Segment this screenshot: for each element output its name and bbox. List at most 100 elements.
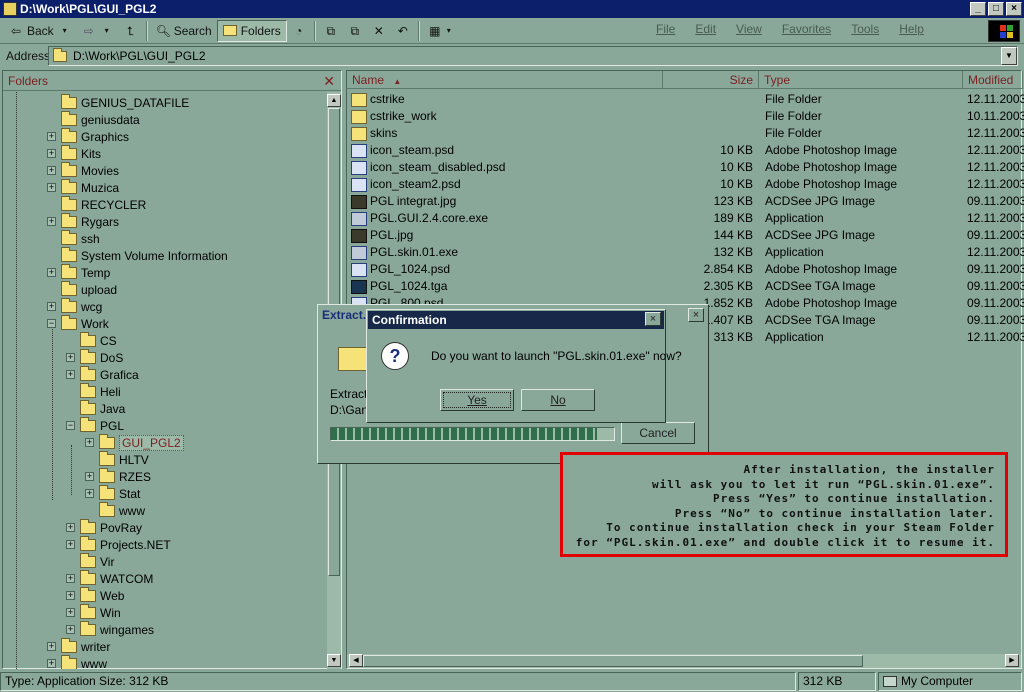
tree-item[interactable]: + Movies (47, 161, 119, 179)
scroll-down-button[interactable]: ▼ (327, 654, 341, 667)
menu-edit[interactable]: Edit (695, 22, 716, 36)
tree-item[interactable]: + www (47, 654, 107, 669)
tree-expander-button[interactable]: + (66, 523, 75, 532)
tree-item[interactable]: − Work (47, 314, 109, 332)
scroll-right-button[interactable]: ▶ (1005, 654, 1019, 667)
delete-button[interactable]: ✕ (367, 20, 391, 42)
column-header-type[interactable]: Type (759, 71, 963, 89)
extract-close-button[interactable]: × (688, 308, 704, 322)
file-row[interactable]: cstrike_work File Folder 10.11.2003 (347, 108, 1024, 125)
tree-item[interactable]: + GUI_PGL2 (85, 433, 184, 451)
tree-expander-button[interactable]: + (47, 268, 56, 277)
menu-tools[interactable]: Tools (851, 22, 879, 36)
yes-button[interactable]: Yes (440, 389, 514, 411)
maximize-button[interactable]: □ (988, 2, 1004, 16)
views-button[interactable]: ▦ ▾ (423, 20, 457, 42)
tree-expander-button[interactable]: + (85, 438, 94, 447)
file-row[interactable]: icon_steam.psd 10 KB Adobe Photoshop Image… (347, 142, 1024, 159)
cancel-button[interactable]: Cancel (621, 422, 695, 444)
file-row[interactable]: icon_steam2.psd 10 KB Adobe Photoshop Imag… (347, 176, 1024, 193)
folders-button[interactable]: Folders (216, 19, 287, 42)
file-row[interactable]: PGL integrat.jpg 123 KB ACDSee JPG Image 09… (347, 193, 1024, 210)
history-button[interactable]: ◔ (287, 20, 311, 42)
tree-item[interactable]: + WATCOM (66, 569, 153, 587)
tree-expander-button[interactable]: + (47, 166, 56, 175)
menu-view[interactable]: View (736, 22, 762, 36)
no-button[interactable]: No (521, 389, 595, 411)
tree-item[interactable]: + DoS (66, 348, 123, 366)
tree-item[interactable]: upload (47, 280, 117, 298)
scroll-thumb[interactable] (363, 655, 863, 667)
menu-favorites[interactable]: Favorites (782, 22, 831, 36)
tree-item[interactable]: + Muzica (47, 178, 119, 196)
file-row[interactable]: PGL.jpg 144 KB ACDSee JPG Image 09.11.2003 (347, 227, 1024, 244)
tree-expander-button[interactable]: + (66, 353, 75, 362)
tree-item[interactable]: + Kits (47, 144, 101, 162)
tree-expander-button[interactable]: + (47, 659, 56, 668)
up-folder-button[interactable]: ⮤ (119, 20, 143, 42)
file-row[interactable]: PGL_1024.tga 2.305 KB ACDSee TGA Image 09.1… (347, 278, 1024, 295)
menu-help[interactable]: Help (899, 22, 924, 36)
tree-item[interactable]: − PGL (66, 416, 124, 434)
tree-expander-button[interactable]: + (47, 183, 56, 192)
file-row[interactable]: skins File Folder 12.11.2003 (347, 125, 1024, 142)
tree-item[interactable]: + Win (66, 603, 121, 621)
tree-expander-button[interactable]: + (66, 574, 75, 583)
file-list-horizontal-scrollbar[interactable]: ◀ ▶ (347, 654, 1021, 668)
tree-item[interactable]: ssh (47, 229, 100, 247)
tree-item[interactable]: + Stat (85, 484, 140, 502)
tree-expander-button[interactable]: + (66, 370, 75, 379)
tree-expander-button[interactable]: + (47, 642, 56, 651)
tree-item[interactable]: Vir (66, 552, 114, 570)
tree-item[interactable]: geniusdata (47, 110, 140, 128)
tree-item[interactable]: www (85, 501, 145, 519)
column-header-size[interactable]: Size (663, 71, 759, 89)
tree-item[interactable]: + Graphics (47, 127, 129, 145)
tree-item[interactable]: HLTV (85, 450, 149, 468)
tree-item[interactable]: + Rygars (47, 212, 119, 230)
tree-expander-button[interactable]: − (47, 319, 56, 328)
tree-item[interactable]: Java (66, 399, 125, 417)
copy-to-button[interactable]: ⧉ (343, 20, 367, 42)
address-input[interactable]: D:\Work\PGL\GUI_PGL2 ▼ (48, 46, 1018, 66)
tree-item[interactable]: + Temp (47, 263, 110, 281)
back-button[interactable]: ⇦ Back ▾ (4, 20, 77, 42)
file-row[interactable]: PGL_1024.psd 2.854 KB Adobe Photoshop Imag… (347, 261, 1024, 278)
forward-button[interactable]: ⇨ ▾ (77, 20, 119, 42)
scroll-up-button[interactable]: ▲ (327, 94, 341, 107)
tree-expander-button[interactable]: + (66, 591, 75, 600)
tree-item[interactable]: + Web (66, 586, 124, 604)
tree-item[interactable]: + PovRay (66, 518, 142, 536)
tree-item[interactable]: + wcg (47, 297, 102, 315)
tree-expander-button[interactable]: + (85, 472, 94, 481)
tree-item[interactable]: CS (66, 331, 117, 349)
file-row[interactable]: cstrike File Folder 12.11.2003 (347, 91, 1024, 108)
tree-expander-button[interactable]: + (66, 608, 75, 617)
tree-expander-button[interactable]: + (66, 540, 75, 549)
move-to-button[interactable]: ⧉ (319, 20, 343, 42)
address-dropdown-button[interactable]: ▼ (1001, 47, 1017, 65)
tree-expander-button[interactable]: + (85, 489, 94, 498)
close-icon[interactable]: ✕ (323, 71, 335, 91)
close-button[interactable]: × (1006, 2, 1022, 16)
file-row[interactable]: PGL.GUI.2.4.core.exe 189 KB Application 12.… (347, 210, 1024, 227)
tree-item[interactable]: + writer (47, 637, 110, 655)
menu-file[interactable]: File (656, 22, 675, 36)
minimize-button[interactable]: _ (970, 2, 986, 16)
column-header-modified[interactable]: Modified (963, 71, 1023, 89)
undo-button[interactable]: ↶ (391, 20, 415, 42)
tree-item[interactable]: GENIUS_DATAFILE (47, 93, 189, 111)
scroll-left-button[interactable]: ◀ (349, 654, 363, 667)
confirmation-close-button[interactable]: × (645, 312, 661, 326)
search-button[interactable]: 🔍︎ Search (151, 20, 217, 42)
tree-item[interactable]: RECYCLER (47, 195, 146, 213)
tree-item[interactable]: + wingames (66, 620, 154, 638)
tree-item[interactable]: + Projects.NET (66, 535, 171, 553)
tree-item[interactable]: + RZES (85, 467, 151, 485)
tree-item[interactable]: Heli (66, 382, 121, 400)
file-row[interactable]: PGL.skin.01.exe 132 KB Application 12.11.20… (347, 244, 1024, 261)
column-header-name[interactable]: Name ▲ (347, 71, 663, 89)
tree-expander-button[interactable]: + (47, 302, 56, 311)
tree-item[interactable]: System Volume Information (47, 246, 228, 264)
file-row[interactable]: icon_steam_disabled.psd 10 KB Adobe Photos… (347, 159, 1024, 176)
